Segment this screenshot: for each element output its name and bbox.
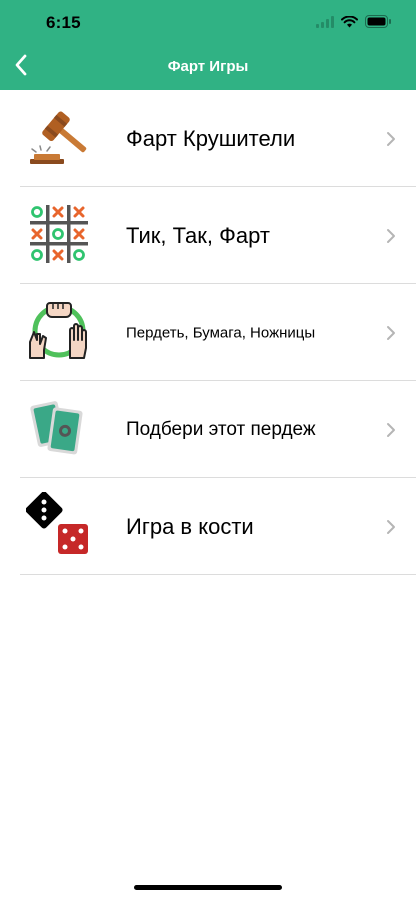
chevron-right-icon: [386, 325, 396, 341]
list-item-tic-tac-fart[interactable]: Тик, Так, Фарт: [0, 187, 416, 284]
list-item-rock-paper-scissors[interactable]: Пердеть, Бумага, Ножницы: [0, 284, 416, 381]
page-title: Фарт Игры: [167, 58, 249, 75]
gavel-icon: [26, 104, 92, 170]
list-item-fart-crushers[interactable]: Фарт Крушители: [0, 90, 416, 187]
nav-bar: Фарт Игры: [0, 44, 416, 90]
chevron-right-icon: [386, 422, 396, 438]
game-list: Фарт Крушители Тик, Так, Фарт Пердеть, Б…: [0, 90, 416, 575]
status-icons: [316, 15, 392, 33]
list-item-label: Пердеть, Бумага, Ножницы: [126, 324, 316, 341]
list-item-label: Подбери этот пердеж: [126, 418, 316, 440]
chevron-right-icon: [386, 228, 396, 244]
list-item-label: Тик, Так, Фарт: [126, 222, 270, 248]
list-item-pick-this-fart[interactable]: Подбери этот пердеж: [0, 381, 416, 478]
chevron-right-icon: [386, 519, 396, 535]
list-item-label: Игра в кости: [126, 513, 254, 539]
wifi-icon: [341, 15, 358, 33]
battery-icon: [365, 15, 392, 33]
dice-icon: [25, 491, 92, 558]
status-time: 6:15: [46, 13, 81, 32]
list-item-label: Фарт Крушители: [126, 125, 296, 151]
cards-icon: [26, 395, 92, 461]
home-indicator[interactable]: [134, 885, 282, 890]
chevron-right-icon: [386, 131, 396, 147]
rock-paper-scissors-icon: [26, 298, 92, 364]
list-item-dice-game[interactable]: Игра в кости: [0, 478, 416, 575]
tic-tac-toe-icon: [26, 201, 92, 267]
status-bar: 6:15: [0, 0, 416, 44]
signal-icon: [316, 15, 334, 33]
